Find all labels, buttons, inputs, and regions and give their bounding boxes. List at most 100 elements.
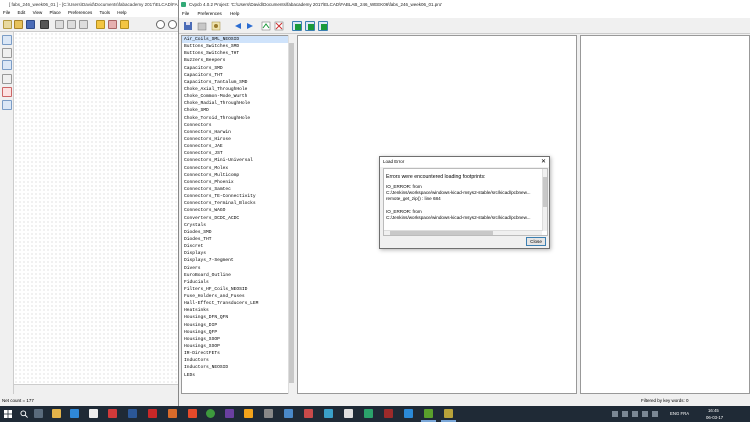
close-icon[interactable]: ✕ [538,157,549,167]
library-list-item[interactable]: Connectors_TE-Connectivity [182,193,294,200]
calculator-icon[interactable] [264,409,273,418]
library-list-item[interactable]: Housings_SSOP [182,343,294,350]
library-list-item[interactable]: Connectors_Mini-Universal [182,157,294,164]
zoom-in-icon[interactable] [156,20,165,29]
cvpcb-icon[interactable] [444,409,453,418]
library-list-item[interactable]: IR-DirectFETs [182,350,294,357]
library-list-item[interactable]: Capacitors_THT [182,72,294,79]
bg-menu-edit[interactable]: Edit [18,10,26,15]
library-list-item[interactable]: Fuse_Holders_and_Fuses [182,293,294,300]
bg-menu-preferences[interactable]: Preferences [68,10,92,15]
app-icon-10[interactable] [384,409,393,418]
hidden-pins-icon[interactable] [2,87,12,97]
library-list-item[interactable]: Heatsinks [182,307,294,314]
paste-icon[interactable] [79,20,88,29]
clock-date[interactable]: 06-03-17 [706,415,723,420]
library-list-item[interactable]: Connectors [182,122,294,129]
open-folder-icon[interactable] [14,20,23,29]
library-list-item[interactable]: Hall-Effect_Transducers_LEM [182,300,294,307]
kicad-icon[interactable] [364,409,373,418]
mail-icon[interactable] [70,409,79,418]
menu-preferences[interactable]: Preferences [198,11,222,16]
erc-icon[interactable] [108,20,117,29]
wifi-icon[interactable] [622,411,628,417]
windows-start-icon[interactable] [4,410,12,418]
notification-icon[interactable] [652,411,658,417]
schematic-horizontal-scrollbar[interactable] [14,384,180,392]
view-footprint-icon[interactable] [211,21,221,31]
previous-unlinked-icon[interactable] [233,21,243,31]
bg-menu-help[interactable]: Help [117,10,126,15]
library-list-item[interactable]: Choke_SMD [182,107,294,114]
library-list[interactable]: Air_Coils_SML_NEOSID Buttons_Switches_SMD… [181,35,295,394]
library-list-item[interactable]: Inductors [182,357,294,364]
save-netlist-icon[interactable] [183,21,193,31]
library-list-item[interactable]: Fiducials [182,279,294,286]
annotate-icon[interactable] [96,20,105,29]
library-list-item[interactable]: LEDs [182,372,294,379]
library-list-item[interactable]: Capacitors_SMD [182,65,294,72]
app-icon-7[interactable] [304,409,313,418]
library-list-item[interactable]: Housings_SSOP [182,336,294,343]
units-inch-icon[interactable] [2,48,12,58]
auto-associate-icon[interactable] [261,21,271,31]
app-icon-9[interactable] [344,409,353,418]
library-list-item[interactable]: Connectors_Multicomp [182,172,294,179]
dialog-vertical-scroll-thumb[interactable] [543,177,547,207]
library-list-item[interactable]: Divers [182,265,294,272]
library-list-item[interactable]: EuroBoard_Outline [182,272,294,279]
library-list-item[interactable]: Housings_QFP [182,329,294,336]
library-list-item[interactable]: Discret [182,243,294,250]
config-libraries-icon[interactable] [197,21,207,31]
library-list-scroll-thumb[interactable] [289,43,294,383]
library-list-item[interactable]: Converters_DCDC_ACDC [182,215,294,222]
library-list-item[interactable]: Connectors_JAE [182,143,294,150]
library-list-item[interactable]: Housings_DFN_QFN [182,314,294,321]
language-indicator[interactable]: ENG FRA [670,411,689,416]
library-list-item[interactable]: Displays [182,250,294,257]
search-icon[interactable] [20,410,28,418]
library-list-item[interactable]: Capacitors_Tantalum_SMD [182,79,294,86]
save-icon[interactable] [26,20,35,29]
app-icon-8[interactable] [324,409,333,418]
library-list-item[interactable]: Housings_DIP [182,322,294,329]
app-icon-5[interactable] [225,409,234,418]
file-explorer-icon[interactable] [52,409,61,418]
library-list-item[interactable]: Connectors_JST [182,150,294,157]
chrome-icon[interactable] [206,409,215,418]
schematic-canvas[interactable] [14,32,180,384]
units-mm-icon[interactable] [2,60,12,70]
dialog-horizontal-scroll-thumb[interactable] [390,231,493,235]
new-file-icon[interactable] [3,20,12,29]
app-icon-4[interactable] [188,409,197,418]
copy-icon[interactable] [67,20,76,29]
library-list-item[interactable]: Filters_HF_Coils_NEOSID [182,286,294,293]
acrobat-icon[interactable] [148,409,157,418]
filter-pin-count-icon[interactable] [305,21,315,31]
bg-menu-place[interactable]: Place [50,10,61,15]
menu-help[interactable]: Help [230,11,239,16]
library-list-item[interactable]: Connectors_Hirose [182,136,294,143]
bg-menu-view[interactable]: View [33,10,43,15]
library-list-item[interactable]: Connectors_Harwin [182,129,294,136]
delete-associations-icon[interactable] [274,21,284,31]
bg-menu-file[interactable]: File [3,10,10,15]
task-view-icon[interactable] [34,409,43,418]
library-list-item[interactable]: Connectors_Samtec [182,186,294,193]
wire-angle-icon[interactable] [2,100,12,110]
library-list-item[interactable]: Choke_Common-Mode_Wurth [182,93,294,100]
cut-icon[interactable] [55,20,64,29]
grid-toggle-icon[interactable] [2,35,12,45]
close-button[interactable]: Close [526,237,546,246]
library-list-item[interactable]: Buttons_Switches_THT [182,50,294,57]
vlc-icon[interactable] [244,409,253,418]
library-list-item[interactable]: Choke_Radial_ThroughHole [182,100,294,107]
cloud-icon[interactable] [612,411,618,417]
library-list-item[interactable]: Inductors_NEOSID [182,364,294,371]
battery-icon[interactable] [642,411,648,417]
next-unlinked-icon[interactable] [245,21,255,31]
app-icon-1[interactable] [89,409,98,418]
netlist-icon[interactable] [120,20,129,29]
app-icon-3[interactable] [168,409,177,418]
bg-menu-tools[interactable]: Tools [99,10,110,15]
